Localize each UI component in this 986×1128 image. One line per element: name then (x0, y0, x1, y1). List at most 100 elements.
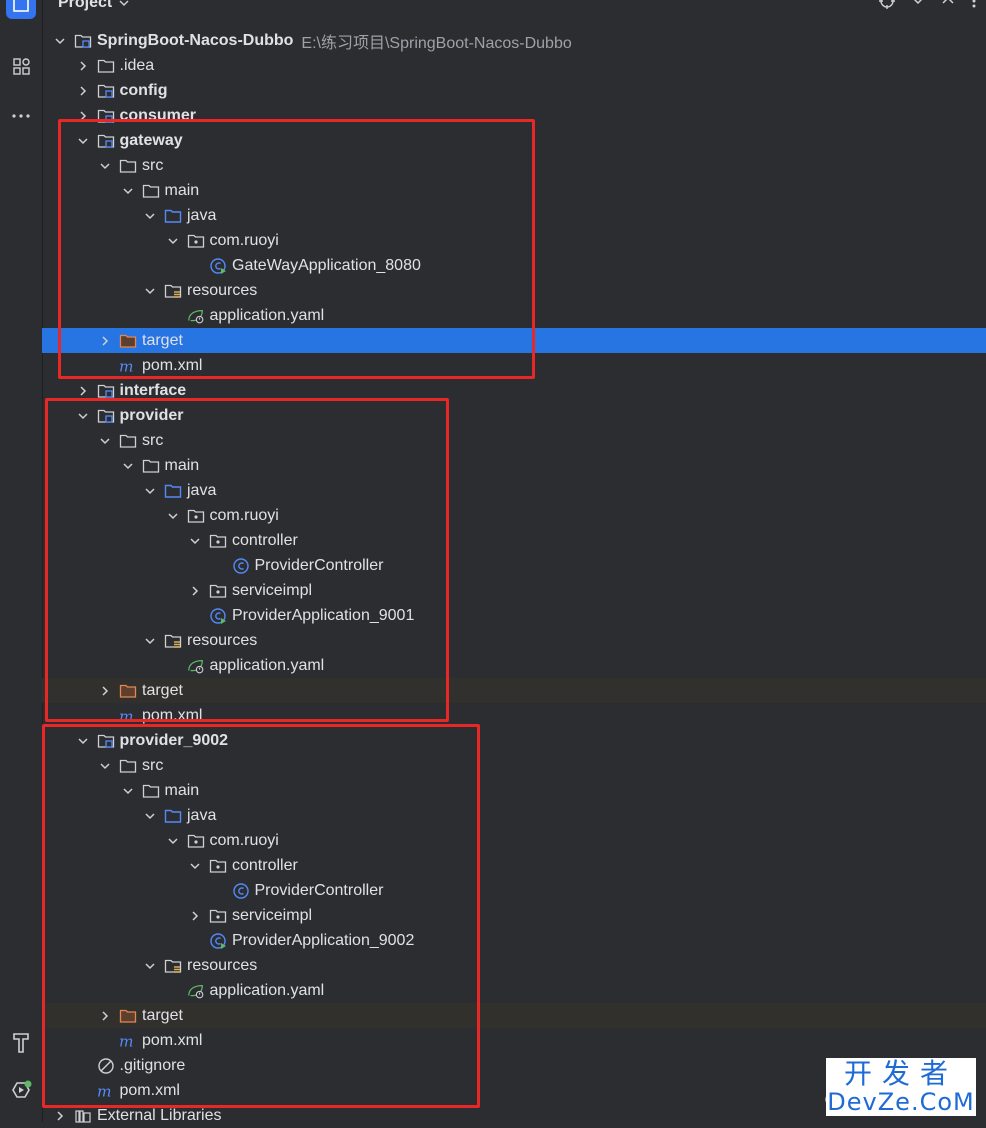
expand-all-icon[interactable] (910, 0, 926, 9)
tree-row[interactable]: m pom.xml (42, 1028, 986, 1053)
tree-row[interactable]: java (42, 478, 986, 503)
source-folder-icon (164, 482, 182, 500)
ignored-file-icon (97, 1057, 115, 1075)
tree-row[interactable]: ProviderController (42, 878, 986, 903)
chevron-down-icon[interactable] (165, 233, 181, 249)
tree-row[interactable]: com.ruoyi (42, 503, 986, 528)
tree-row[interactable]: gateway (42, 128, 986, 153)
tree-row-label: application.yaml (209, 981, 325, 999)
tree-row[interactable]: m pom.xml (42, 703, 986, 728)
chevron-down-icon[interactable] (142, 808, 158, 824)
tree-row[interactable]: com.ruoyi (42, 228, 986, 253)
tree-row[interactable]: application.yaml (42, 653, 986, 678)
tree-row[interactable]: src (42, 153, 986, 178)
services-icon[interactable] (0, 1076, 42, 1104)
tree-row[interactable]: controller (42, 528, 986, 553)
tree-row[interactable]: src (42, 428, 986, 453)
chevron-down-icon[interactable] (142, 633, 158, 649)
chevron-right-icon[interactable] (75, 58, 91, 74)
tree-row[interactable]: .idea (42, 53, 986, 78)
chevron-down-icon[interactable] (142, 483, 158, 499)
tree-row[interactable]: resources (42, 278, 986, 303)
chevron-down-icon[interactable] (120, 183, 136, 199)
tree-row[interactable]: main (42, 178, 986, 203)
tree-row[interactable]: resources (42, 628, 986, 653)
tree-row[interactable]: provider (42, 403, 986, 428)
tree-row[interactable]: GateWayApplication_8080 (42, 253, 986, 278)
watermark-bottom: DevZe.CoM (827, 1088, 975, 1116)
build-hammer-icon[interactable] (0, 1028, 42, 1056)
tree-row-label: pom.xml (142, 706, 203, 724)
chevron-down-icon[interactable] (75, 733, 91, 749)
structure-icon[interactable] (0, 54, 42, 78)
chevron-right-icon[interactable] (187, 583, 203, 599)
chevron-right-icon[interactable] (75, 108, 91, 124)
tree-row[interactable]: application.yaml (42, 303, 986, 328)
tree-row[interactable]: serviceimpl (42, 903, 986, 928)
tree-row[interactable]: interface (42, 378, 986, 403)
chevron-right-icon[interactable] (97, 683, 113, 699)
chevron-down-icon[interactable] (187, 533, 203, 549)
tree-row[interactable]: com.ruoyi (42, 828, 986, 853)
chevron-down-icon[interactable] (97, 158, 113, 174)
tree-row[interactable]: SpringBoot-Nacos-Dubbo E:\练习项目\SpringBoot… (42, 28, 986, 53)
chevron-down-icon[interactable] (97, 433, 113, 449)
package-icon (209, 532, 227, 550)
tree-row[interactable]: m pom.xml (42, 353, 986, 378)
options-icon[interactable] (970, 0, 978, 9)
project-tool-button[interactable] (0, 0, 42, 20)
chevron-down-icon[interactable] (52, 33, 68, 49)
more-tools-icon[interactable] (0, 104, 42, 128)
tree-row[interactable]: java (42, 203, 986, 228)
tree-row[interactable]: controller (42, 853, 986, 878)
tree-row[interactable]: ProviderController (42, 553, 986, 578)
tree-row[interactable]: main (42, 453, 986, 478)
excluded-folder-icon (119, 332, 137, 350)
collapse-all-icon[interactable] (940, 0, 956, 9)
panel-header[interactable]: Project (58, 0, 130, 14)
tree-row[interactable]: target (42, 1003, 986, 1028)
tree-row-label: pom.xml (142, 1031, 203, 1049)
tree-row[interactable]: serviceimpl (42, 578, 986, 603)
chevron-down-icon[interactable] (142, 283, 158, 299)
tree-row[interactable]: consumer (42, 103, 986, 128)
chevron-right-icon[interactable] (97, 333, 113, 349)
tree-row[interactable]: application.yaml (42, 978, 986, 1003)
tree-row[interactable]: java (42, 803, 986, 828)
chevron-down-icon[interactable] (142, 958, 158, 974)
package-icon (209, 907, 227, 925)
tree-row[interactable]: src (42, 753, 986, 778)
tree-row[interactable]: target (42, 328, 986, 353)
folder-icon (142, 182, 160, 200)
chevron-down-icon[interactable] (165, 508, 181, 524)
folder-icon (142, 782, 160, 800)
chevron-down-icon[interactable] (97, 758, 113, 774)
chevron-down-icon[interactable] (75, 408, 91, 424)
tree-row-label: .idea (119, 56, 155, 74)
tree-row-label: main (164, 181, 200, 199)
resources-folder-icon (164, 632, 182, 650)
chevron-down-icon[interactable] (120, 783, 136, 799)
chevron-down-icon[interactable] (75, 133, 91, 149)
chevron-down-icon[interactable] (165, 833, 181, 849)
chevron-right-icon[interactable] (97, 1008, 113, 1024)
tree-row[interactable]: resources (42, 953, 986, 978)
chevron-right-icon[interactable] (187, 908, 203, 924)
tree-row[interactable]: ProviderApplication_9002 (42, 928, 986, 953)
tree-row[interactable]: main (42, 778, 986, 803)
tree-row[interactable]: target (42, 678, 986, 703)
chevron-down-icon[interactable] (120, 458, 136, 474)
chevron-down-icon[interactable] (187, 858, 203, 874)
chevron-right-icon[interactable] (75, 383, 91, 399)
source-folder-icon (164, 807, 182, 825)
chevron-right-icon[interactable] (75, 83, 91, 99)
chevron-right-icon[interactable] (52, 1108, 68, 1124)
tree-row[interactable]: config (42, 78, 986, 103)
spring-app-class-icon (209, 257, 227, 275)
chevron-down-icon[interactable] (142, 208, 158, 224)
tree-row-label: interface (119, 381, 187, 399)
tree-row-label: pom.xml (142, 356, 203, 374)
tree-row[interactable]: provider_9002 (42, 728, 986, 753)
tree-row[interactable]: ProviderApplication_9001 (42, 603, 986, 628)
locate-icon[interactable] (878, 0, 896, 10)
